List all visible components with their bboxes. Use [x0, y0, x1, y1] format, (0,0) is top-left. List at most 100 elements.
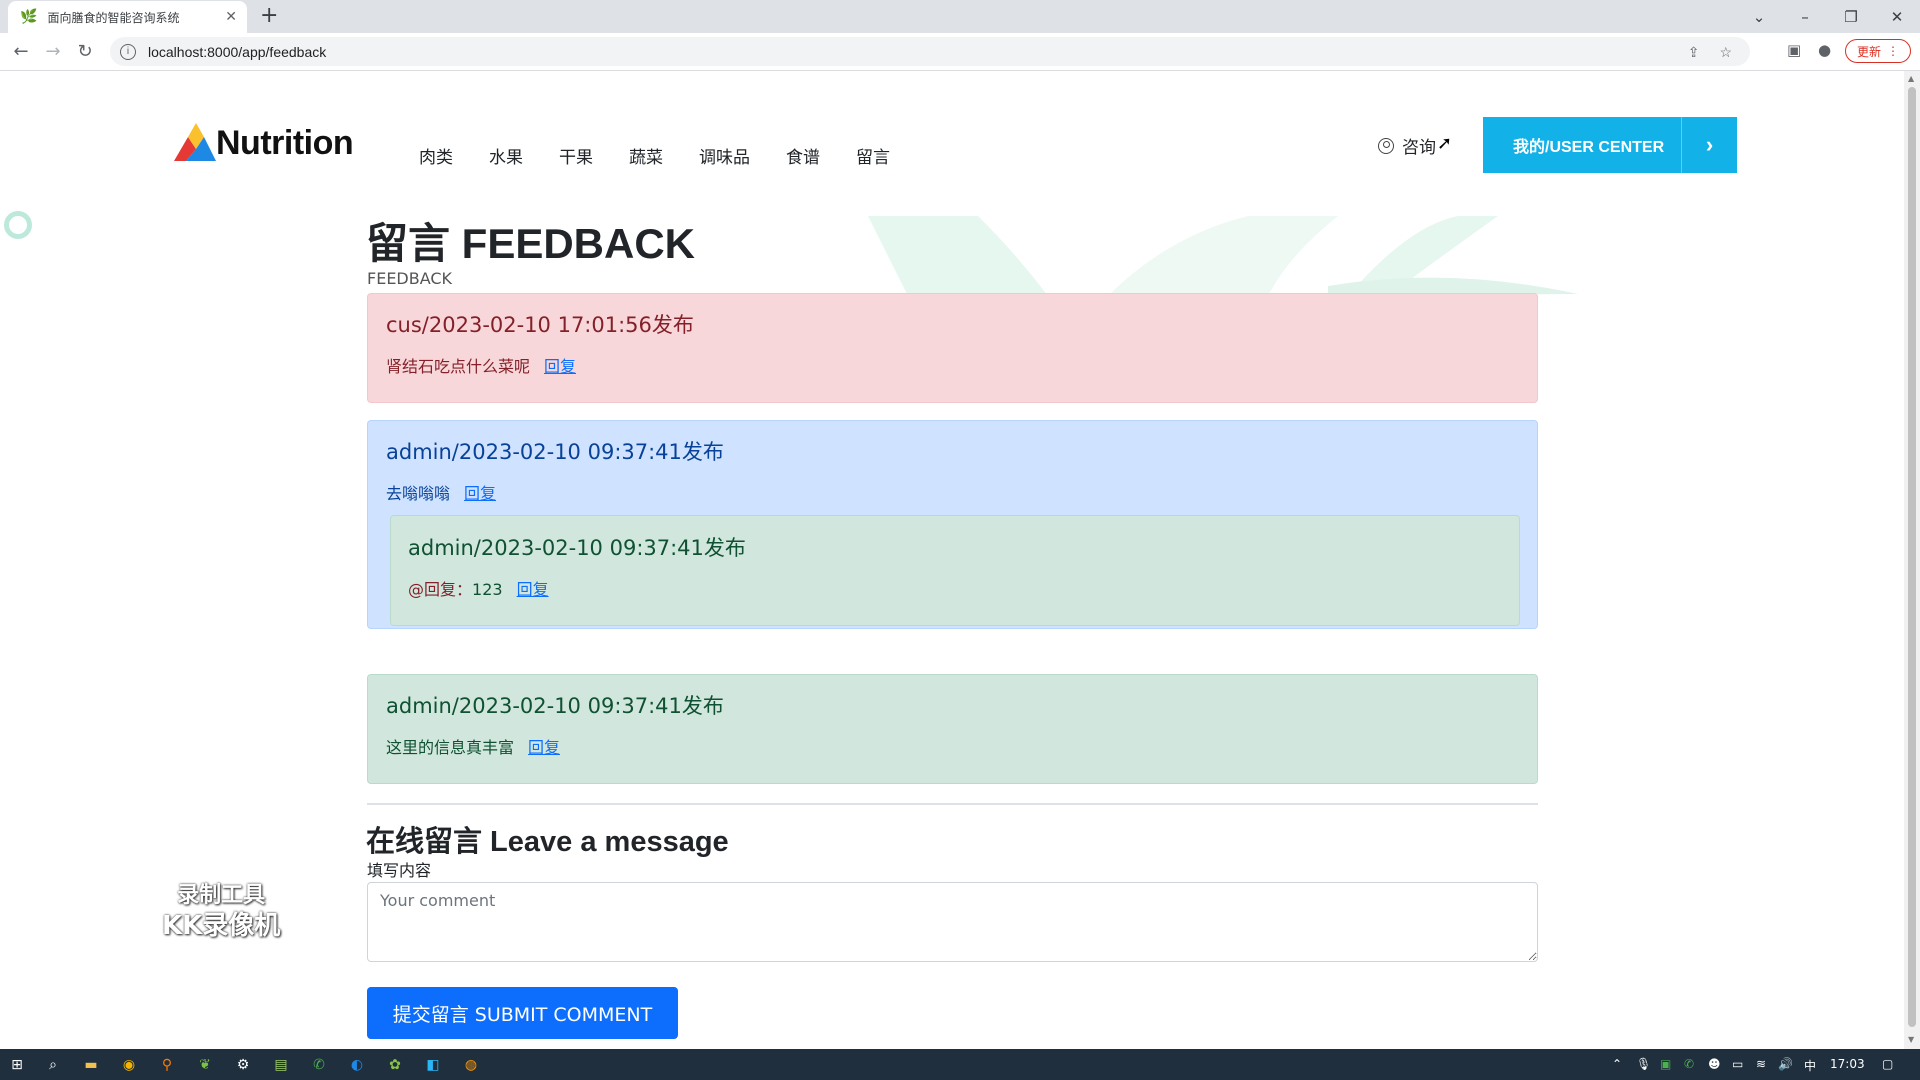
recorder-watermark: 录制工具 KK录像机: [162, 881, 280, 941]
url-text: localhost:8000/app/feedback: [148, 43, 327, 60]
share-icon[interactable]: ⇪: [1688, 44, 1700, 61]
scroll-down-icon[interactable]: ▼: [1908, 1035, 1914, 1044]
settings-gear-icon[interactable]: ⚙: [232, 1054, 254, 1076]
close-window-icon[interactable]: ✕: [1874, 0, 1920, 33]
section-divider: [367, 803, 1538, 805]
ime-indicator[interactable]: 中: [1804, 1057, 1816, 1074]
volume-icon[interactable]: 🔊: [1778, 1057, 1793, 1071]
reply-link[interactable]: 回复: [528, 734, 560, 758]
comment-header: cus/2023-02-10 17:01:56发布: [386, 313, 694, 337]
consult-label: 咨询: [1402, 138, 1436, 158]
back-icon[interactable]: ←: [6, 33, 36, 70]
forward-icon[interactable]: →: [38, 33, 68, 70]
nested-reply-card: admin/2023-02-10 09:37:41发布 @回复：123 回复: [390, 515, 1520, 626]
scroll-up-icon[interactable]: ▲: [1908, 74, 1914, 83]
reply-header: admin/2023-02-10 09:37:41发布: [408, 536, 746, 560]
minimize-icon[interactable]: –: [1782, 0, 1828, 33]
nav-item-seasoning[interactable]: 调味品: [699, 143, 750, 168]
tray-chevron-up-icon[interactable]: ⌃: [1612, 1057, 1622, 1071]
site-info-icon[interactable]: i: [120, 43, 136, 60]
nav-item-feedback[interactable]: 留言: [856, 143, 890, 168]
search-tool-icon[interactable]: ⚲: [156, 1054, 178, 1076]
comment-body: 这里的信息真丰富 回复: [386, 734, 560, 758]
tray-penguin-icon[interactable]: ☻: [1708, 1057, 1721, 1071]
comment-textarea[interactable]: [367, 882, 1538, 962]
consult-link[interactable]: 咨询: [1378, 133, 1436, 158]
comment-card: cus/2023-02-10 17:01:56发布 肾结石吃点什么菜呢 回复: [367, 293, 1538, 403]
search-icon[interactable]: ⌕: [42, 1054, 64, 1076]
site-logo[interactable]: Nutrition: [170, 119, 354, 163]
leaf-taskbar-icon[interactable]: ✿: [384, 1054, 406, 1076]
page-subtitle: FEEDBACK: [367, 269, 453, 288]
editor-icon[interactable]: ◧: [422, 1054, 444, 1076]
microphone-icon[interactable]: 🎙: [1636, 1057, 1651, 1071]
comment-body: 去嗡嗡嗡 回复: [386, 480, 496, 504]
logo-icon: [174, 123, 216, 161]
reload-icon[interactable]: ↻: [70, 33, 100, 70]
browser-toolbar: ← → ↻ i localhost:8000/app/feedback ⇪ ☆ …: [0, 33, 1920, 71]
reply-link[interactable]: 回复: [544, 353, 576, 377]
side-panel-icon[interactable]: ▣: [1787, 41, 1801, 59]
menu-dots-icon: ⋮: [1887, 44, 1899, 58]
reply-link[interactable]: 回复: [464, 480, 496, 504]
close-tab-icon[interactable]: ✕: [225, 9, 237, 25]
comment-card: admin/2023-02-10 09:37:41发布 去嗡嗡嗡 回复 admi…: [367, 420, 1538, 629]
windows-taskbar: ⊞ ⌕ ▬ ◉ ⚲ ❦ ⚙ ▤ ✆ ◐ ✿ ◧ ◍ ⌃ 🎙 ▣ ✆ ☻ ▭ ≋ …: [0, 1049, 1920, 1080]
scrollbar-thumb[interactable]: [1908, 87, 1916, 1027]
reply-link[interactable]: 回复: [517, 576, 549, 600]
windows-start-icon[interactable]: ⊞: [6, 1054, 28, 1076]
leave-message-title: 在线留言 Leave a message: [366, 826, 729, 858]
notepad-icon[interactable]: ▤: [270, 1054, 292, 1076]
comment-header: admin/2023-02-10 09:37:41发布: [386, 440, 724, 464]
watermark-line1: 录制工具: [177, 883, 266, 908]
profile-icon[interactable]: ●: [1818, 41, 1831, 59]
notification-icon[interactable]: ▢: [1882, 1057, 1893, 1071]
chevron-right-icon: ›: [1681, 117, 1737, 173]
nav-item-recipes[interactable]: 食谱: [786, 143, 820, 168]
battery-icon[interactable]: ▭: [1732, 1057, 1743, 1071]
decorative-leaf-shapes: [868, 216, 1578, 296]
comment-card: admin/2023-02-10 09:37:41发布 这里的信息真丰富 回复: [367, 674, 1538, 784]
wifi-icon[interactable]: ≋: [1756, 1057, 1766, 1071]
leaf-app-icon[interactable]: ❦: [194, 1054, 216, 1076]
recorder-icon[interactable]: ◍: [460, 1054, 482, 1076]
user-center-label: 我的/USER CENTER: [1513, 139, 1665, 156]
edge-icon[interactable]: ◐: [346, 1054, 368, 1076]
tab-search-icon[interactable]: ⌄: [1736, 0, 1782, 33]
nav-item-dried-fruit[interactable]: 干果: [559, 143, 593, 168]
mouse-cursor-icon: ➚: [1437, 133, 1453, 154]
main-nav: 肉类 水果 干果 蔬菜 调味品 食谱 留言: [419, 143, 926, 168]
nav-item-vegetables[interactable]: 蔬菜: [629, 143, 663, 168]
clock-time[interactable]: 17:03: [1830, 1057, 1865, 1071]
comment-text: 去嗡嗡嗡: [386, 484, 451, 503]
page-title: 留言 FEEDBACK: [366, 220, 696, 267]
user-circle-icon: [1378, 137, 1394, 154]
nav-item-fruit[interactable]: 水果: [489, 143, 523, 168]
page-scrollbar[interactable]: ▲ ▼: [1904, 71, 1920, 1049]
comment-body: 肾结石吃点什么菜呢 回复: [386, 353, 576, 377]
wechat-icon[interactable]: ✆: [308, 1054, 330, 1076]
reply-body: @回复：123 回复: [408, 576, 549, 600]
bookmark-star-icon[interactable]: ☆: [1719, 44, 1732, 61]
chrome-icon[interactable]: ◉: [118, 1054, 140, 1076]
update-button[interactable]: 更新 ⋮: [1845, 39, 1911, 63]
browser-tab[interactable]: 🌿 面向膳食的智能咨询系统 ✕: [8, 1, 247, 33]
comment-field-label: 填写内容: [367, 861, 432, 880]
nav-item-meat[interactable]: 肉类: [419, 143, 453, 168]
update-label: 更新: [1856, 44, 1881, 59]
file-explorer-icon[interactable]: ▬: [80, 1054, 102, 1076]
tray-app-icon[interactable]: ▣: [1660, 1057, 1671, 1071]
new-tab-icon[interactable]: +: [260, 4, 278, 28]
comment-header: admin/2023-02-10 09:37:41发布: [386, 694, 724, 718]
browser-tabstrip: 🌿 面向膳食的智能咨询系统 ✕ + ⌄ – ❐ ✕: [0, 0, 1920, 33]
comment-text: 这里的信息真丰富: [386, 738, 515, 757]
page-viewport: Nutrition 肉类 水果 干果 蔬菜 调味品 食谱 留言 咨询 ➚ 我的/…: [0, 71, 1904, 1049]
tab-title: 面向膳食的智能咨询系统: [47, 10, 180, 25]
user-center-button[interactable]: 我的/USER CENTER ›: [1483, 117, 1737, 173]
restore-icon[interactable]: ❐: [1828, 0, 1874, 33]
tray-wechat-icon[interactable]: ✆: [1684, 1057, 1694, 1071]
watermark-line2: KK录像机: [162, 911, 281, 941]
submit-comment-button[interactable]: 提交留言 SUBMIT COMMENT: [367, 987, 678, 1039]
comment-text: 肾结石吃点什么菜呢: [386, 357, 531, 376]
address-bar[interactable]: i localhost:8000/app/feedback ⇪ ☆: [110, 37, 1750, 66]
